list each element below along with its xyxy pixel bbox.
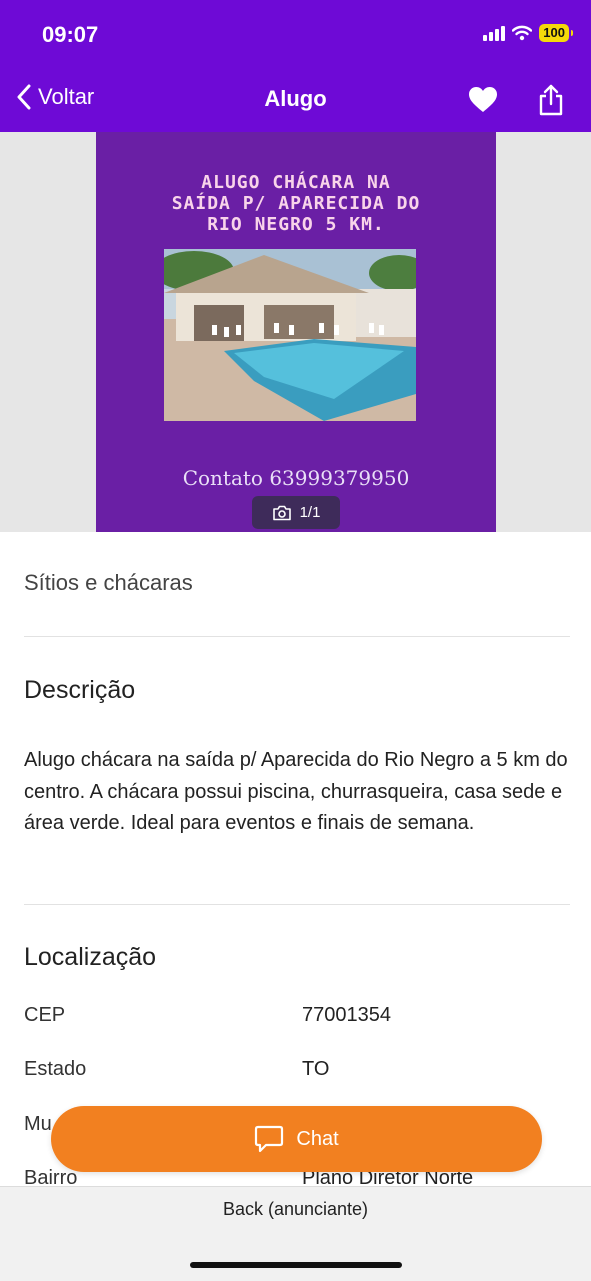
photo-counter-label: 1/1 bbox=[299, 504, 321, 521]
property-photo bbox=[164, 249, 416, 421]
advertiser-bar[interactable]: Back (anunciante) bbox=[0, 1186, 591, 1281]
divider bbox=[24, 636, 570, 637]
ad-headline-line: RIO NEGRO 5 KM. bbox=[207, 214, 385, 235]
camera-icon bbox=[272, 505, 291, 520]
battery-icon: 100 bbox=[539, 24, 573, 42]
description-title: Descrição bbox=[24, 676, 136, 704]
chat-button-label: Chat bbox=[296, 1127, 339, 1150]
description-text: Alugo chácara na saída p/ Aparecida do R… bbox=[24, 749, 568, 834]
wifi-icon bbox=[512, 25, 533, 41]
chevron-left-icon bbox=[17, 84, 31, 110]
location-label: CEP bbox=[24, 1004, 66, 1026]
advertiser-name: Back (anunciante) bbox=[222, 1199, 369, 1219]
status-time: 09:07 bbox=[42, 22, 99, 47]
back-button[interactable]: Voltar bbox=[16, 84, 94, 110]
ad-image: ALUGO CHÁCARA NA SAÍDA P/ APARECIDA DO R… bbox=[96, 132, 496, 532]
listing-category: Sítios e chácaras bbox=[24, 570, 193, 595]
heart-icon[interactable] bbox=[468, 86, 498, 114]
ad-contact-text: Contato 63999379950 bbox=[182, 466, 410, 490]
location-value: TO bbox=[302, 1058, 330, 1080]
divider bbox=[24, 904, 570, 905]
location-label: Estado bbox=[24, 1058, 87, 1080]
share-icon[interactable] bbox=[538, 84, 564, 116]
back-label: Voltar bbox=[38, 84, 95, 109]
ad-headline-line: ALUGO CHÁCARA NA bbox=[201, 172, 391, 193]
chat-bubble-icon bbox=[255, 1125, 284, 1153]
photo-counter[interactable]: 1/1 bbox=[252, 496, 340, 529]
ad-headline-line: SAÍDA P/ APARECIDA DO bbox=[171, 193, 421, 214]
photo-gallery[interactable]: ALUGO CHÁCARA NA SAÍDA P/ APARECIDA DO R… bbox=[0, 132, 591, 532]
location-label: Mu bbox=[24, 1113, 52, 1135]
app-header: 09:07 100 Voltar Alugo bbox=[0, 0, 591, 132]
ad-headline: ALUGO CHÁCARA NA SAÍDA P/ APARECIDA DO R… bbox=[96, 172, 496, 235]
location-title: Localização bbox=[24, 943, 157, 971]
location-value: 77001354 bbox=[302, 1004, 391, 1026]
home-indicator bbox=[190, 1262, 402, 1268]
status-icons: 100 bbox=[483, 24, 573, 42]
cellular-signal-icon bbox=[483, 25, 506, 41]
chat-button[interactable]: Chat bbox=[51, 1106, 542, 1172]
